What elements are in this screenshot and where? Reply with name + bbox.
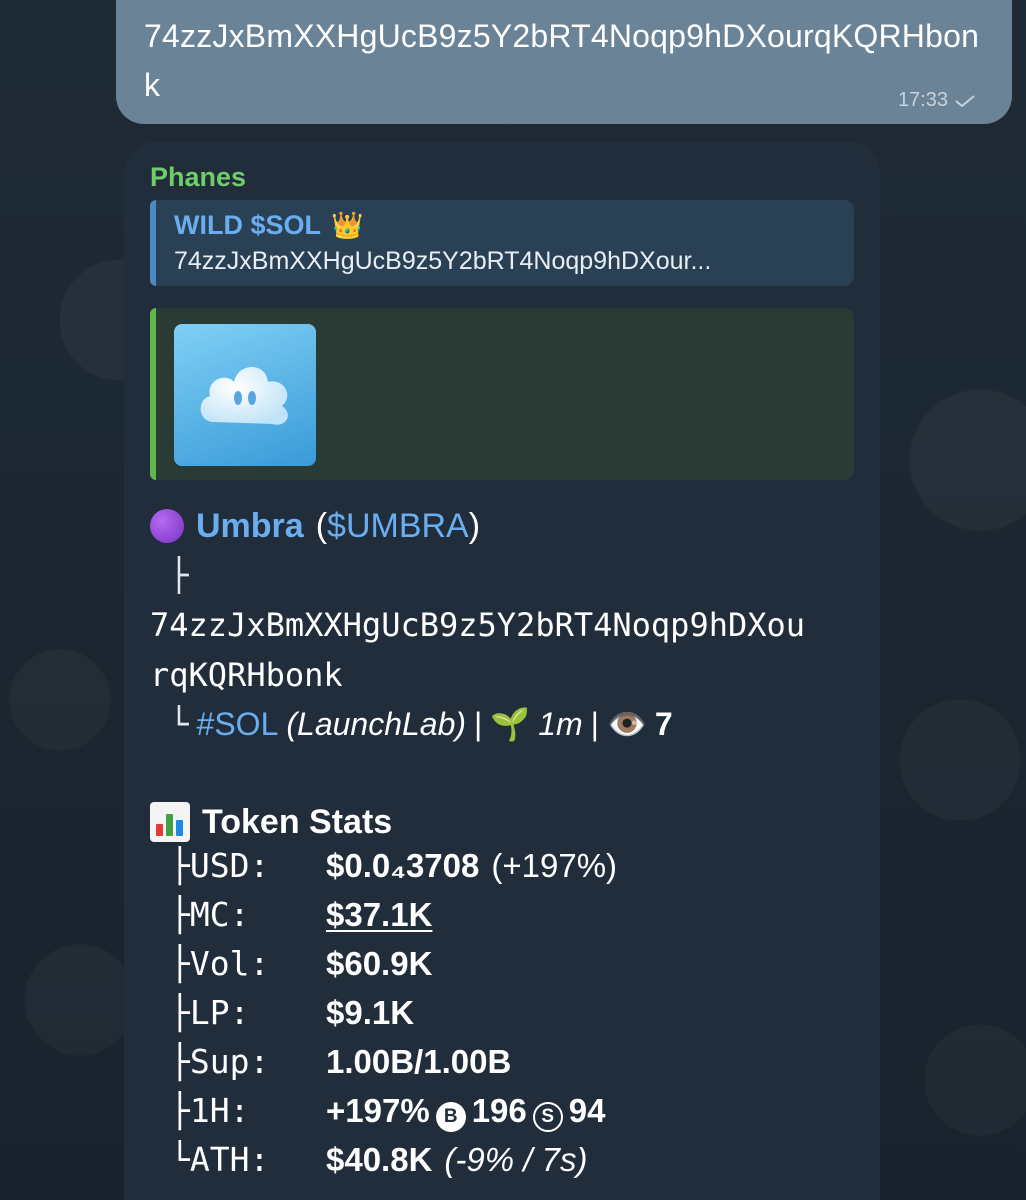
stats-title: Token Stats — [202, 803, 393, 841]
incoming-message-bubble[interactable]: Phanes WILD $SOL 👑 74zzJxBmXXHgUcB9z5Y2b… — [124, 142, 880, 1200]
market-cap-link[interactable]: $37.1K — [326, 896, 432, 934]
token-age: 1m — [538, 706, 583, 742]
crown-icon: 👑 — [331, 210, 364, 240]
reply-title: WILD $SOL 👑 — [174, 208, 836, 242]
reply-title-text: WILD $SOL — [174, 210, 321, 240]
stats-heading: Token Stats — [150, 798, 854, 846]
token-meta-line: └ #SOL (LaunchLab) | 🌱 1m | 👁️ 7 — [150, 700, 854, 748]
token-title: Umbra ($UMBRA) — [150, 502, 854, 550]
stat-row-vol: ├Vol: $60.9K — [150, 944, 854, 993]
stats-list: ├USD: $0.0₄3708 (+197%) ├MC: $37.1K ├Vol… — [150, 846, 854, 1189]
stat-label: ├MC: — [170, 895, 250, 934]
sender-name[interactable]: Phanes — [150, 160, 854, 200]
token-image — [174, 324, 316, 466]
seedling-icon: 🌱 — [490, 706, 531, 742]
stat-row-sup: ├Sup: 1.00B/1.00B — [150, 1042, 854, 1091]
reply-subtitle: 74zzJxBmXXHgUcB9z5Y2bRT4Noqp9hDXour... — [174, 247, 712, 275]
stat-label: └ATH: — [170, 1140, 270, 1179]
stat-value: $9.1K — [326, 994, 415, 1031]
stat-row-ath: └ATH: $40.8K (-9% / 7s) — [150, 1140, 854, 1189]
message-time: 17:33 — [897, 89, 948, 111]
buys-count: 196 — [471, 1092, 527, 1129]
address-line-1: 74zzJxBmXXHgUcB9z5Y2bRT4Noqp9hDXou — [150, 606, 806, 644]
address-line-2: rqKQRHbonk — [150, 656, 343, 694]
stat-value: $60.9K — [326, 945, 433, 982]
stat-label: ├LP: — [170, 993, 250, 1032]
stat-row-mc: ├MC: $37.1K — [150, 895, 854, 944]
stat-extra: (-9% / 7s) — [444, 1141, 588, 1178]
outgoing-message-bubble[interactable]: 74zzJxBmXXHgUcB9z5Y2bRT4Noqp9hDXourqKQRH… — [116, 0, 1012, 124]
outgoing-message-text: 74zzJxBmXXHgUcB9z5Y2bRT4Noqp9hDXourqKQRH… — [144, 18, 980, 103]
bar-chart-icon — [150, 802, 190, 842]
stat-label: ├Vol: — [170, 944, 270, 983]
tree-branch: ├ — [150, 556, 189, 594]
cloud-icon — [200, 367, 288, 425]
buys-icon: B — [435, 1102, 466, 1132]
ticker-link[interactable]: $UMBRA — [327, 507, 469, 545]
stat-value: $0.0₄3708 — [326, 847, 480, 884]
ticker-wrap: ($UMBRA) — [315, 507, 481, 545]
stat-value: $40.8K — [326, 1141, 433, 1178]
stat-row-lp: ├LP: $9.1K — [150, 993, 854, 1042]
purple-circle-icon — [150, 509, 184, 543]
separator: | — [590, 706, 599, 742]
sent-check-icon — [955, 94, 975, 107]
stat-row-usd: ├USD: $0.0₄3708 (+197%) — [150, 846, 854, 895]
stat-value: +197% — [326, 1092, 430, 1129]
message-meta: 17:33 — [898, 89, 976, 112]
separator: | — [474, 706, 483, 742]
stat-label: ├1H: — [170, 1091, 250, 1130]
chain-hashtag[interactable]: #SOL — [197, 700, 279, 748]
stat-label: ├Sup: — [170, 1042, 270, 1081]
stat-value: 1.00B/1.00B — [326, 1043, 512, 1080]
stat-label: ├USD: — [170, 846, 270, 885]
stat-row-1h: ├1H: +197% B 196 S 94 — [150, 1091, 854, 1140]
reply-quote[interactable]: WILD $SOL 👑 74zzJxBmXXHgUcB9z5Y2bRT4Noqp… — [150, 200, 854, 286]
eye-icon: 👁️ — [606, 706, 647, 742]
stat-extra: (+197%) — [491, 847, 618, 884]
contract-address-block[interactable]: ├ 74zzJxBmXXHgUcB9z5Y2bRT4Noqp9hDXou rqK… — [150, 550, 854, 700]
link-preview[interactable] — [150, 308, 854, 480]
tree-end: └ — [150, 705, 189, 743]
sells-icon: S — [532, 1102, 563, 1132]
launchpad-label: (LaunchLab) — [286, 706, 467, 742]
sells-count: 94 — [568, 1092, 606, 1129]
token-name-link[interactable]: Umbra — [196, 502, 304, 550]
view-count: 7 — [654, 706, 673, 742]
